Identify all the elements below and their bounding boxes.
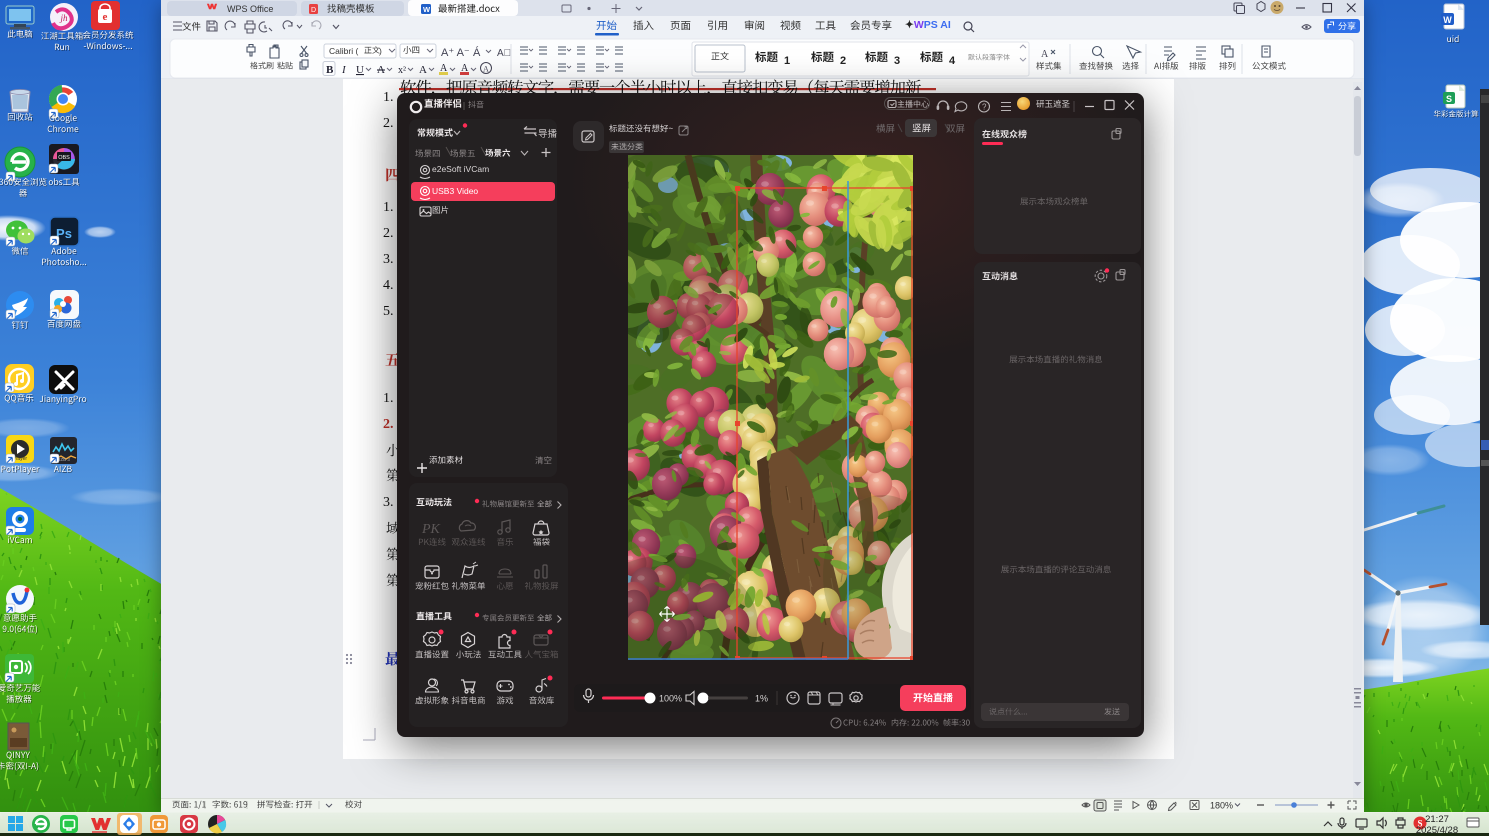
svg-text:S: S (1446, 94, 1452, 104)
svg-text:OBS: OBS (58, 155, 70, 161)
svg-text:W: W (1443, 15, 1452, 25)
svg-text:1%: 1% (755, 694, 768, 704)
svg-text:100%: 100% (659, 694, 682, 704)
svg-text:jh: jh (59, 13, 68, 23)
svg-text:?: ? (982, 103, 987, 112)
svg-text:PK: PK (421, 522, 441, 537)
svg-text:S: S (1417, 819, 1422, 829)
svg-text:e: e (103, 11, 108, 23)
